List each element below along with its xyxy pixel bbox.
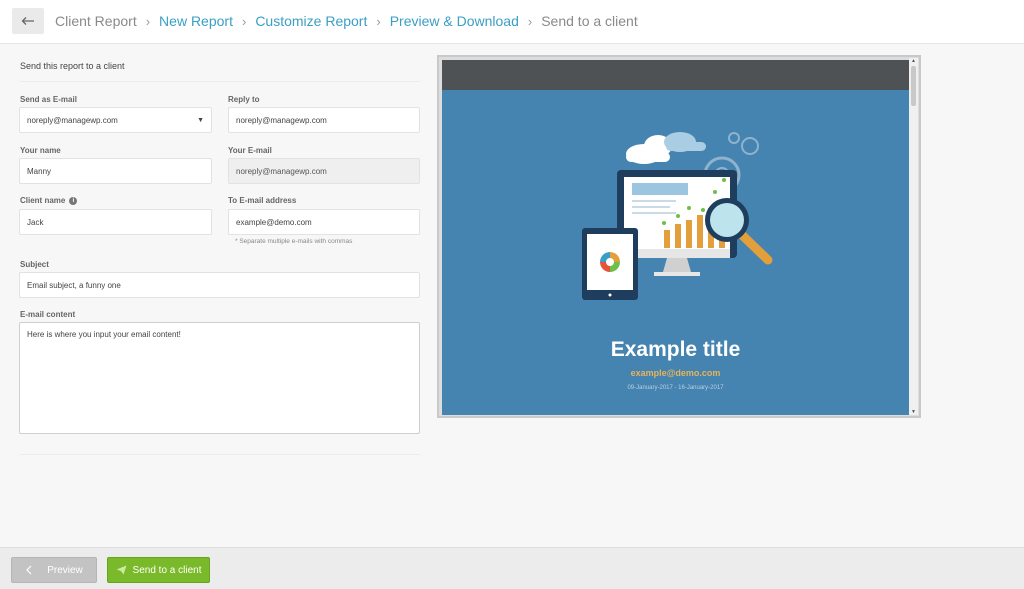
preview-button-label: Preview <box>47 564 83 576</box>
send-as-value: noreply@managewp.com <box>27 115 118 125</box>
divider <box>20 454 420 455</box>
chevron-right-icon: › <box>241 13 247 29</box>
breadcrumb-send-to-client: Send to a client <box>541 13 638 29</box>
chevron-left-icon <box>25 565 33 575</box>
report-illustration-icon <box>582 132 773 300</box>
breadcrumb-preview-download[interactable]: Preview & Download <box>390 13 519 29</box>
subject-label: Subject <box>20 260 49 269</box>
section-title: Send this report to a client <box>20 61 125 71</box>
send-to-client-button[interactable]: Send to a client <box>107 557 210 583</box>
subject-input[interactable]: Email subject, a funny one <box>19 272 420 298</box>
client-name-label: Client name i <box>20 196 78 205</box>
chevron-right-icon: › <box>145 13 151 29</box>
preview-cover: Example title example@demo.com 09-Januar… <box>442 90 909 415</box>
your-name-label: Your name <box>20 146 61 155</box>
report-preview: Example title example@demo.com 09-Januar… <box>437 55 921 418</box>
to-email-input[interactable]: example@demo.com <box>228 209 420 235</box>
to-email-label: To E-mail address <box>228 196 297 205</box>
send-as-label: Send as E-mail <box>20 95 77 104</box>
pie-chart-icon <box>600 252 620 272</box>
scroll-thumb[interactable] <box>911 66 916 106</box>
scroll-up-icon[interactable]: ▲ <box>910 58 917 64</box>
email-content-textarea[interactable]: Here is where you input your email conte… <box>19 322 420 434</box>
preview-button[interactable]: Preview <box>11 557 97 583</box>
caret-down-icon: ▼ <box>197 116 204 124</box>
preview-scrollbar[interactable]: ▲ ▼ <box>909 58 918 415</box>
your-email-label: Your E-mail <box>228 146 272 155</box>
breadcrumb-customize-report[interactable]: Customize Report <box>255 13 367 29</box>
preview-header-bar <box>442 60 909 90</box>
send-button-label: Send to a client <box>132 564 202 576</box>
back-button[interactable] <box>12 8 44 34</box>
email-content-label: E-mail content <box>20 310 76 319</box>
preview-email: example@demo.com <box>630 368 721 378</box>
cloud-icon <box>626 132 706 164</box>
arrow-left-icon <box>21 17 34 25</box>
reply-to-label: Reply to <box>228 95 260 104</box>
chevron-right-icon: › <box>376 13 381 29</box>
breadcrumb: Client Report › New Report › Customize R… <box>55 13 638 29</box>
footer-bar: Preview Send to a client <box>0 547 1024 589</box>
reply-to-input[interactable]: noreply@managewp.com <box>228 107 420 133</box>
your-email-field: noreply@managewp.com <box>228 158 420 184</box>
client-name-input[interactable]: Jack <box>19 209 212 235</box>
your-name-input[interactable]: Manny <box>19 158 212 184</box>
divider <box>20 81 420 82</box>
preview-title: Example title <box>610 338 741 361</box>
scroll-down-icon[interactable]: ▼ <box>910 409 917 415</box>
send-report-form: Send this report to a client Send as E-m… <box>0 44 430 544</box>
to-email-hint: * Separate multiple e-mails with commas <box>235 238 353 245</box>
paper-plane-icon <box>116 565 127 575</box>
breadcrumb-new-report[interactable]: New Report <box>159 13 233 29</box>
info-icon[interactable]: i <box>69 196 78 205</box>
preview-dates: 09-January-2017 - 16-January-2017 <box>627 385 724 391</box>
chevron-right-icon: › <box>527 13 533 29</box>
breadcrumb-client-report: Client Report <box>55 13 137 29</box>
client-name-label-text: Client name <box>20 196 66 205</box>
top-bar: Client Report › New Report › Customize R… <box>0 0 1024 44</box>
send-as-select[interactable]: noreply@managewp.com ▼ <box>19 107 212 133</box>
